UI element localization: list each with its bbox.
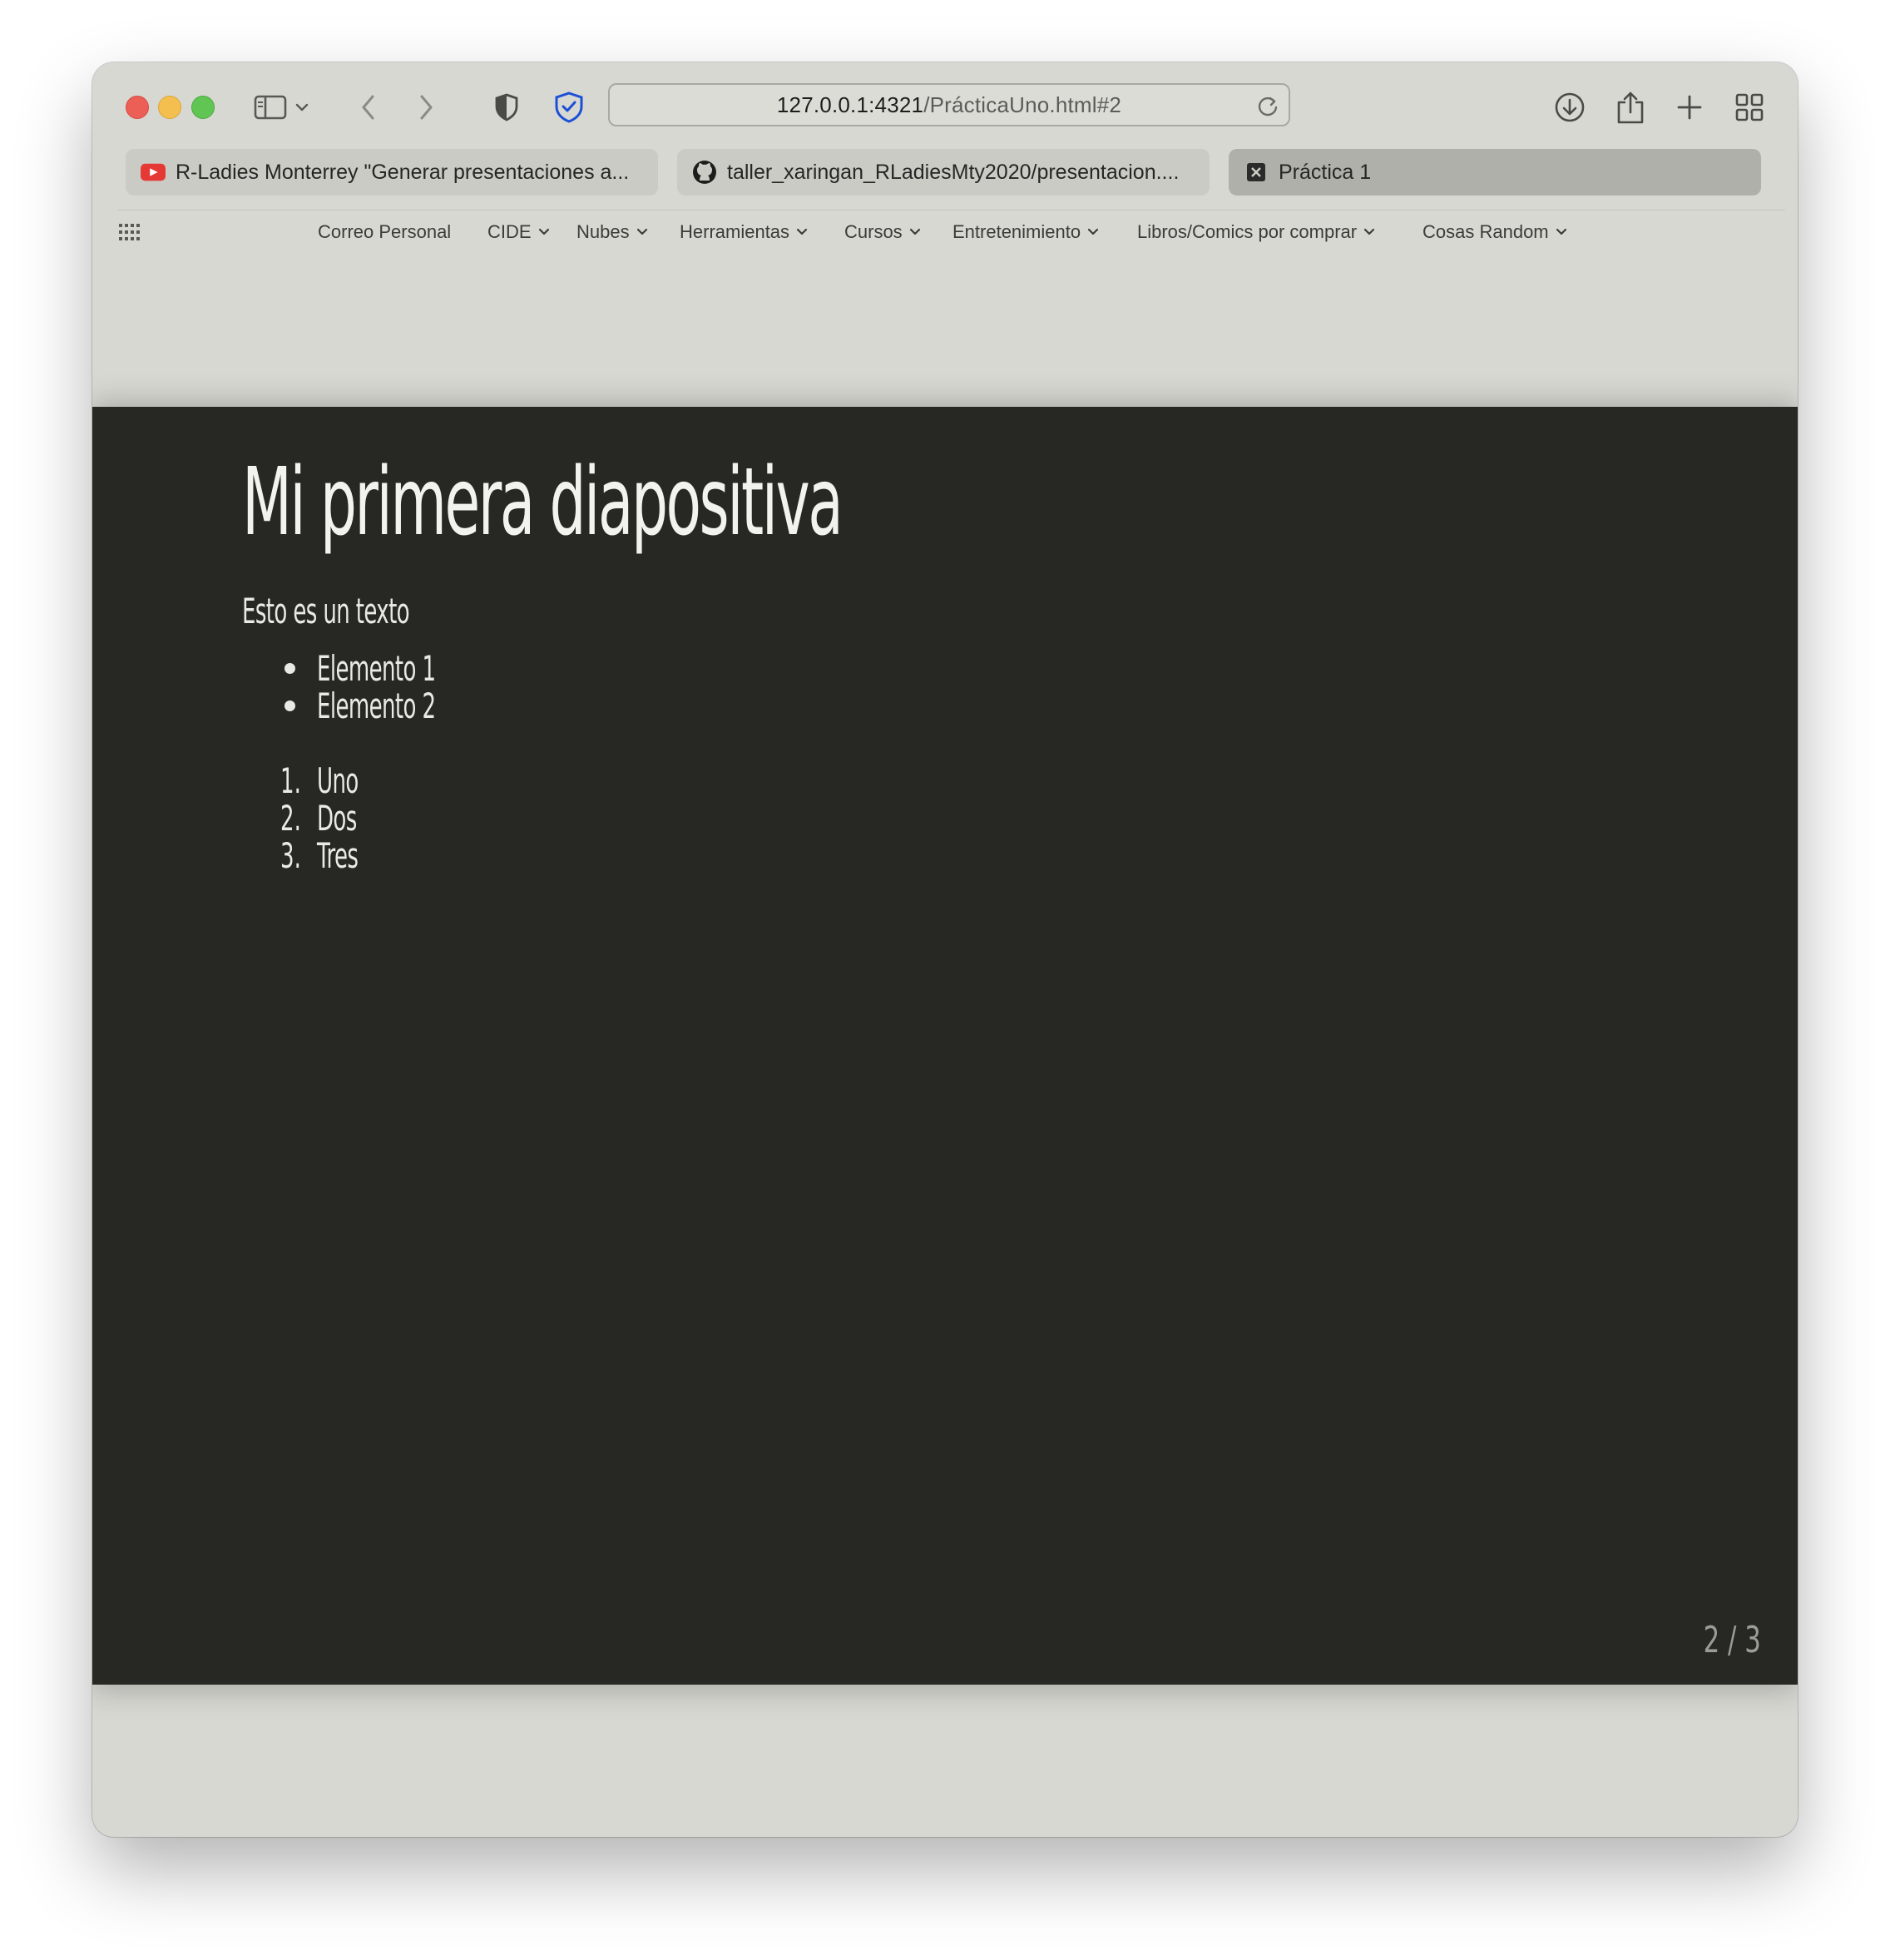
apps-grid-icon[interactable] xyxy=(117,222,142,242)
favorite-nubes[interactable]: Nubes xyxy=(576,219,648,245)
list-number: 2. xyxy=(280,798,301,839)
favorite-cosas-random[interactable]: Cosas Random xyxy=(1422,219,1567,245)
bullet-item: Elemento 2 xyxy=(317,686,436,726)
adblock-shield-icon[interactable] xyxy=(547,86,591,129)
list-number: 3. xyxy=(280,835,301,876)
favorite-label: CIDE xyxy=(487,221,532,242)
tab-title: taller_xaringan_RLadiesMty2020/presentac… xyxy=(727,160,1180,184)
youtube-icon xyxy=(141,160,166,185)
close-square-icon xyxy=(1244,160,1269,185)
favorites-bar: Correo Personal CIDE Nubes Herramientas … xyxy=(92,212,1798,252)
chevron-down-icon xyxy=(1363,228,1375,235)
zoom-window-button[interactable] xyxy=(191,96,215,119)
numbered-item: Uno xyxy=(317,760,359,801)
share-icon[interactable] xyxy=(1609,86,1652,129)
browser-toolbar: 127.0.0.1:4321/PrácticaUno.html#2 xyxy=(92,62,1798,154)
bullet-dot xyxy=(284,663,295,674)
numbered-item: Dos xyxy=(317,798,357,839)
sidebar-icon[interactable] xyxy=(249,86,292,129)
chevron-down-icon xyxy=(1556,228,1566,235)
bullet-item: Elemento 1 xyxy=(317,648,436,689)
favorite-label: Cosas Random xyxy=(1422,221,1549,242)
favorite-cide[interactable]: CIDE xyxy=(487,219,550,245)
close-window-button[interactable] xyxy=(126,96,149,119)
list-number: 1. xyxy=(280,760,301,801)
bullet-dot xyxy=(284,700,295,711)
forward-icon[interactable] xyxy=(404,86,448,129)
tab-github[interactable]: taller_xaringan_RLadiesMty2020/presentac… xyxy=(677,149,1210,196)
chevron-down-icon xyxy=(1087,228,1099,235)
numbered-item: Tres xyxy=(317,835,359,876)
chevron-down-icon xyxy=(796,228,808,235)
slide-number: 2 / 3 xyxy=(1703,1619,1761,1661)
back-icon[interactable] xyxy=(347,86,390,129)
favorite-herramientas[interactable]: Herramientas xyxy=(680,219,808,245)
download-icon[interactable] xyxy=(1548,86,1591,129)
tab-title: Práctica 1 xyxy=(1279,160,1372,184)
favorite-label: Cursos xyxy=(844,221,903,242)
url-host: 127.0.0.1:4321 xyxy=(776,92,924,117)
favorite-label: Nubes xyxy=(576,221,630,242)
favorite-label: Entretenimiento xyxy=(952,221,1081,242)
new-tab-icon[interactable] xyxy=(1668,86,1711,129)
slide: Mi primera diapositiva Esto es un texto … xyxy=(92,407,1798,1685)
favorite-label: Herramientas xyxy=(680,221,790,242)
tab-bar: R-Ladies Monterrey "Generar presentacion… xyxy=(92,149,1798,199)
favorite-libros-comics[interactable]: Libros/Comics por comprar xyxy=(1137,219,1375,245)
favorite-label: Correo Personal xyxy=(318,221,452,242)
address-bar[interactable]: 127.0.0.1:4321/PrácticaUno.html#2 xyxy=(608,83,1290,126)
browser-window: 127.0.0.1:4321/PrácticaUno.html#2 R-Ladi… xyxy=(92,62,1798,1837)
slide-title: Mi primera diapositiva xyxy=(242,448,844,557)
chevron-down-icon xyxy=(909,228,920,235)
url-path: /PrácticaUno.html#2 xyxy=(923,92,1122,117)
privacy-shield-icon[interactable] xyxy=(485,86,528,129)
chevron-down-icon xyxy=(538,228,549,235)
tab-practica[interactable]: Práctica 1 xyxy=(1229,149,1761,196)
chevron-down-icon xyxy=(636,228,647,235)
tab-overview-icon[interactable] xyxy=(1728,86,1771,129)
favorite-correo-personal[interactable]: Correo Personal xyxy=(318,219,451,245)
reload-icon[interactable] xyxy=(1255,93,1280,118)
favorite-label: Libros/Comics por comprar xyxy=(1137,221,1358,242)
favorite-entretenimiento[interactable]: Entretenimiento xyxy=(952,219,1099,245)
github-icon xyxy=(692,160,717,185)
tab-youtube[interactable]: R-Ladies Monterrey "Generar presentacion… xyxy=(126,149,658,196)
minimize-window-button[interactable] xyxy=(158,96,181,119)
tab-title: R-Ladies Monterrey "Generar presentacion… xyxy=(176,160,630,184)
slide-paragraph: Esto es un texto xyxy=(242,591,410,631)
url-text[interactable]: 127.0.0.1:4321/PrácticaUno.html#2 xyxy=(610,85,1289,125)
chevron-down-icon[interactable] xyxy=(290,86,314,129)
favorite-cursos[interactable]: Cursos xyxy=(844,219,921,245)
